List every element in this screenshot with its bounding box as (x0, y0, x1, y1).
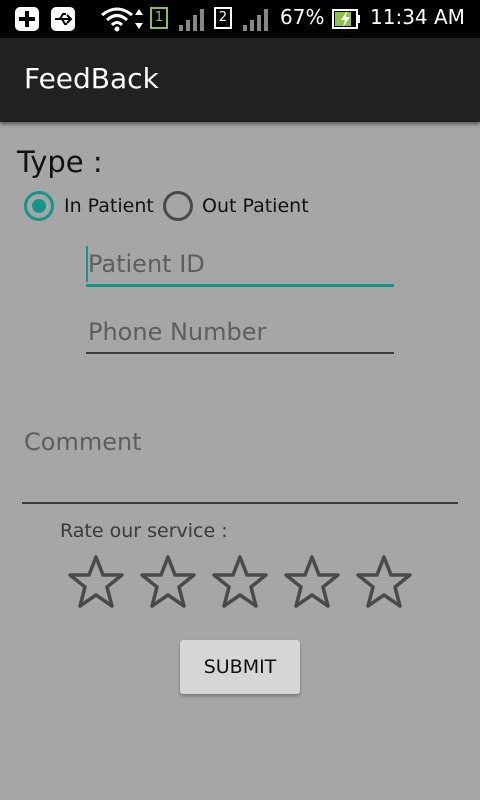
clock: 11:34 AM (370, 5, 465, 29)
star-4-icon[interactable] (282, 553, 342, 613)
text-cursor (86, 246, 88, 282)
data-arrows-icon (135, 9, 143, 29)
rate-label: Rate our service : (60, 520, 228, 542)
battery-percent: 67% (280, 5, 325, 29)
wifi-icon (101, 7, 133, 32)
patient-id-underline (86, 284, 394, 287)
sim2-icon: 2 (214, 7, 232, 29)
status-bar: 1 2 67% 11:34 AM (0, 0, 480, 38)
usb-icon (51, 7, 75, 31)
sim1-label: 1 (154, 10, 164, 25)
in-patient-radio[interactable] (24, 191, 54, 221)
sim2-label: 2 (218, 10, 228, 25)
sim1-icon: 1 (150, 7, 168, 29)
comment-underline (22, 502, 458, 504)
comment-input[interactable] (22, 420, 458, 464)
battery-charging-icon (332, 9, 360, 29)
app-bar: FeedBack (0, 38, 480, 122)
star-2-icon[interactable] (138, 553, 198, 613)
signal-sim2-icon (243, 9, 268, 31)
patient-id-input[interactable] (86, 244, 394, 284)
star-5-icon[interactable] (354, 553, 414, 613)
star-3-icon[interactable] (210, 553, 270, 613)
app-title: FeedBack (24, 62, 159, 95)
phone-number-underline (86, 352, 394, 354)
star-1-icon[interactable] (66, 553, 126, 613)
out-patient-label[interactable]: Out Patient (202, 195, 309, 217)
phone-number-input[interactable] (86, 312, 394, 352)
signal-sim1-icon (179, 9, 204, 31)
out-patient-radio[interactable] (163, 191, 193, 221)
type-label: Type : (17, 145, 103, 179)
submit-button[interactable]: SUBMIT (180, 640, 300, 694)
in-patient-label[interactable]: In Patient (64, 195, 154, 217)
add-notification-icon (15, 7, 39, 31)
